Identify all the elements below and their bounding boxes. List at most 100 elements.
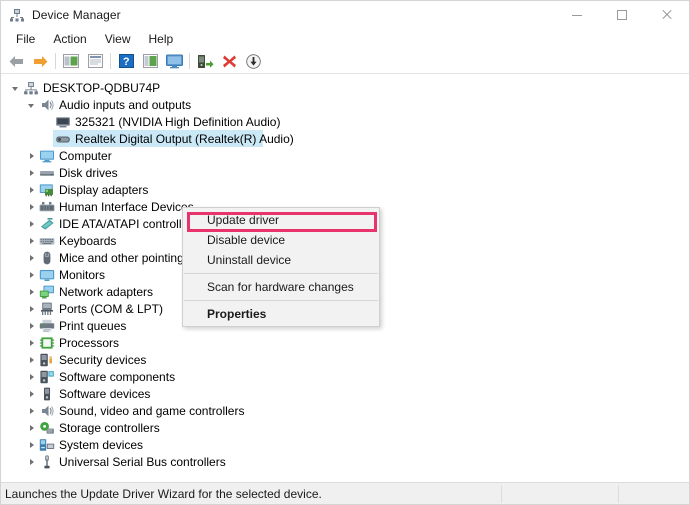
window-controls — [554, 1, 689, 29]
tree-item-disk-drives[interactable]: Disk drives — [1, 164, 689, 181]
uninstall-device-button[interactable] — [217, 50, 241, 72]
properties-page-icon — [87, 54, 103, 68]
twisty-collapsed[interactable] — [23, 216, 39, 232]
tree-item-label: Display adapters — [59, 182, 149, 197]
tree-item-label: Audio inputs and outputs — [59, 97, 192, 112]
tree-item-nvidia-audio[interactable]: 325321 (NVIDIA High Definition Audio) — [1, 113, 689, 130]
display-adapter-icon — [39, 182, 55, 198]
disk-drive-icon — [39, 165, 55, 181]
tree-item-software-components[interactable]: Software components — [1, 368, 689, 385]
device-tree[interactable]: DESKTOP-QDBU74P Audio inputs and outputs — [1, 74, 689, 482]
tree-item-computer[interactable]: Computer — [1, 147, 689, 164]
twisty-collapsed[interactable] — [23, 386, 39, 402]
twisty-collapsed[interactable] — [23, 454, 39, 470]
menu-file[interactable]: File — [7, 30, 44, 48]
ide-controller-icon — [39, 216, 55, 232]
port-icon — [39, 301, 55, 317]
maximize-button[interactable] — [599, 1, 644, 29]
twisty-collapsed[interactable] — [23, 165, 39, 181]
twisty-collapsed[interactable] — [23, 403, 39, 419]
tree-item-label: DESKTOP-QDBU74P — [43, 80, 161, 95]
display-button[interactable] — [162, 50, 186, 72]
device-manager-window: Device Manager File Action View Help ? D… — [0, 0, 690, 505]
twisty-collapsed[interactable] — [23, 369, 39, 385]
twisty-collapsed[interactable] — [23, 335, 39, 351]
update-driver-button[interactable] — [193, 50, 217, 72]
usb-icon — [39, 454, 55, 470]
help-icon: ? — [118, 54, 134, 68]
tree-item-label: Monitors — [59, 267, 106, 282]
twisty-collapsed[interactable] — [23, 318, 39, 334]
tree-item-universal-serial-bus-controllers[interactable]: Universal Serial Bus controllers — [1, 453, 689, 470]
tree-item-display-adapters[interactable]: Display adapters — [1, 181, 689, 198]
tree-item-system-devices[interactable]: System devices — [1, 436, 689, 453]
tree-item-sound-video-and-game-controllers[interactable]: Sound, video and game controllers — [1, 402, 689, 419]
show-hide-console-tree-button[interactable] — [59, 50, 83, 72]
menu-view[interactable]: View — [96, 30, 140, 48]
ctx-update-driver[interactable]: Update driver — [183, 210, 379, 230]
back-icon — [9, 55, 23, 67]
properties-button[interactable] — [83, 50, 107, 72]
status-bar: Launches the Update Driver Wizard for th… — [1, 482, 689, 504]
ctx-uninstall-device[interactable]: Uninstall device — [183, 250, 379, 270]
tree-item-label: Network adapters — [59, 284, 154, 299]
tree-item-label: Keyboards — [59, 233, 117, 248]
tree-item-audio-inputs-and-outputs[interactable]: Audio inputs and outputs — [1, 96, 689, 113]
tree-item-label: System devices — [59, 437, 144, 452]
twisty-expanded[interactable] — [23, 97, 39, 113]
twisty-collapsed[interactable] — [23, 267, 39, 283]
network-adapter-icon — [39, 284, 55, 300]
twisty-collapsed[interactable] — [23, 284, 39, 300]
twisty-collapsed[interactable] — [23, 250, 39, 266]
twisty-collapsed[interactable] — [23, 301, 39, 317]
tree-item-label: Processors — [59, 335, 120, 350]
toolbar-separator-3 — [189, 53, 190, 69]
context-menu-separator-2 — [184, 300, 378, 301]
monitor-icon — [165, 54, 183, 68]
twisty-collapsed[interactable] — [23, 420, 39, 436]
twisty-collapsed[interactable] — [23, 199, 39, 215]
menu-help[interactable]: Help — [140, 30, 183, 48]
scan-hardware-changes-button[interactable] — [241, 50, 265, 72]
twisty-expanded[interactable] — [7, 80, 23, 96]
tree-item-desktop[interactable]: DESKTOP-QDBU74P — [1, 79, 689, 96]
twisty-collapsed[interactable] — [23, 148, 39, 164]
mouse-icon — [39, 250, 55, 266]
tree-item-realtek-digital-output[interactable]: Realtek Digital Output (Realtek(R) Audio… — [1, 130, 689, 147]
ctx-disable-device[interactable]: Disable device — [183, 230, 379, 250]
speaker-icon — [39, 97, 55, 113]
toolbar-separator-1 — [55, 53, 56, 69]
status-message: Launches the Update Driver Wizard for th… — [5, 486, 322, 501]
tree-item-software-devices[interactable]: Software devices — [1, 385, 689, 402]
close-button[interactable] — [644, 1, 689, 29]
twisty-collapsed[interactable] — [23, 233, 39, 249]
tree-item-storage-controllers[interactable]: Storage controllers — [1, 419, 689, 436]
tree-panel-icon — [63, 54, 79, 68]
software-device-icon — [39, 386, 55, 402]
tree-item-label: Print queues — [59, 318, 127, 333]
help-button[interactable]: ? — [114, 50, 138, 72]
device-manager-icon — [9, 7, 25, 23]
twisty-collapsed[interactable] — [23, 437, 39, 453]
menu-action[interactable]: Action — [44, 30, 95, 48]
green-panel-icon — [142, 54, 158, 68]
back-button[interactable] — [4, 50, 28, 72]
twisty-collapsed[interactable] — [23, 182, 39, 198]
tree-item-security-devices[interactable]: Security devices — [1, 351, 689, 368]
tree-item-label: Computer — [59, 148, 112, 163]
keyboard-icon — [39, 233, 55, 249]
scan-panel-button[interactable] — [138, 50, 162, 72]
context-menu: Update driver Disable device Uninstall d… — [182, 207, 380, 327]
forward-button[interactable] — [28, 50, 52, 72]
window-title: Device Manager — [32, 8, 121, 22]
tree-item-label: 325321 (NVIDIA High Definition Audio) — [75, 114, 281, 129]
ctx-properties[interactable]: Properties — [183, 304, 379, 324]
tree-item-processors[interactable]: Processors — [1, 334, 689, 351]
status-divider-2 — [618, 485, 619, 503]
twisty-collapsed[interactable] — [23, 352, 39, 368]
computer-network-icon — [23, 80, 39, 96]
ctx-scan-hardware-changes[interactable]: Scan for hardware changes — [183, 277, 379, 297]
menu-bar: File Action View Help — [1, 29, 689, 49]
tree-item-label: IDE ATA/ATAPI controllers — [59, 216, 199, 231]
minimize-button[interactable] — [554, 1, 599, 29]
